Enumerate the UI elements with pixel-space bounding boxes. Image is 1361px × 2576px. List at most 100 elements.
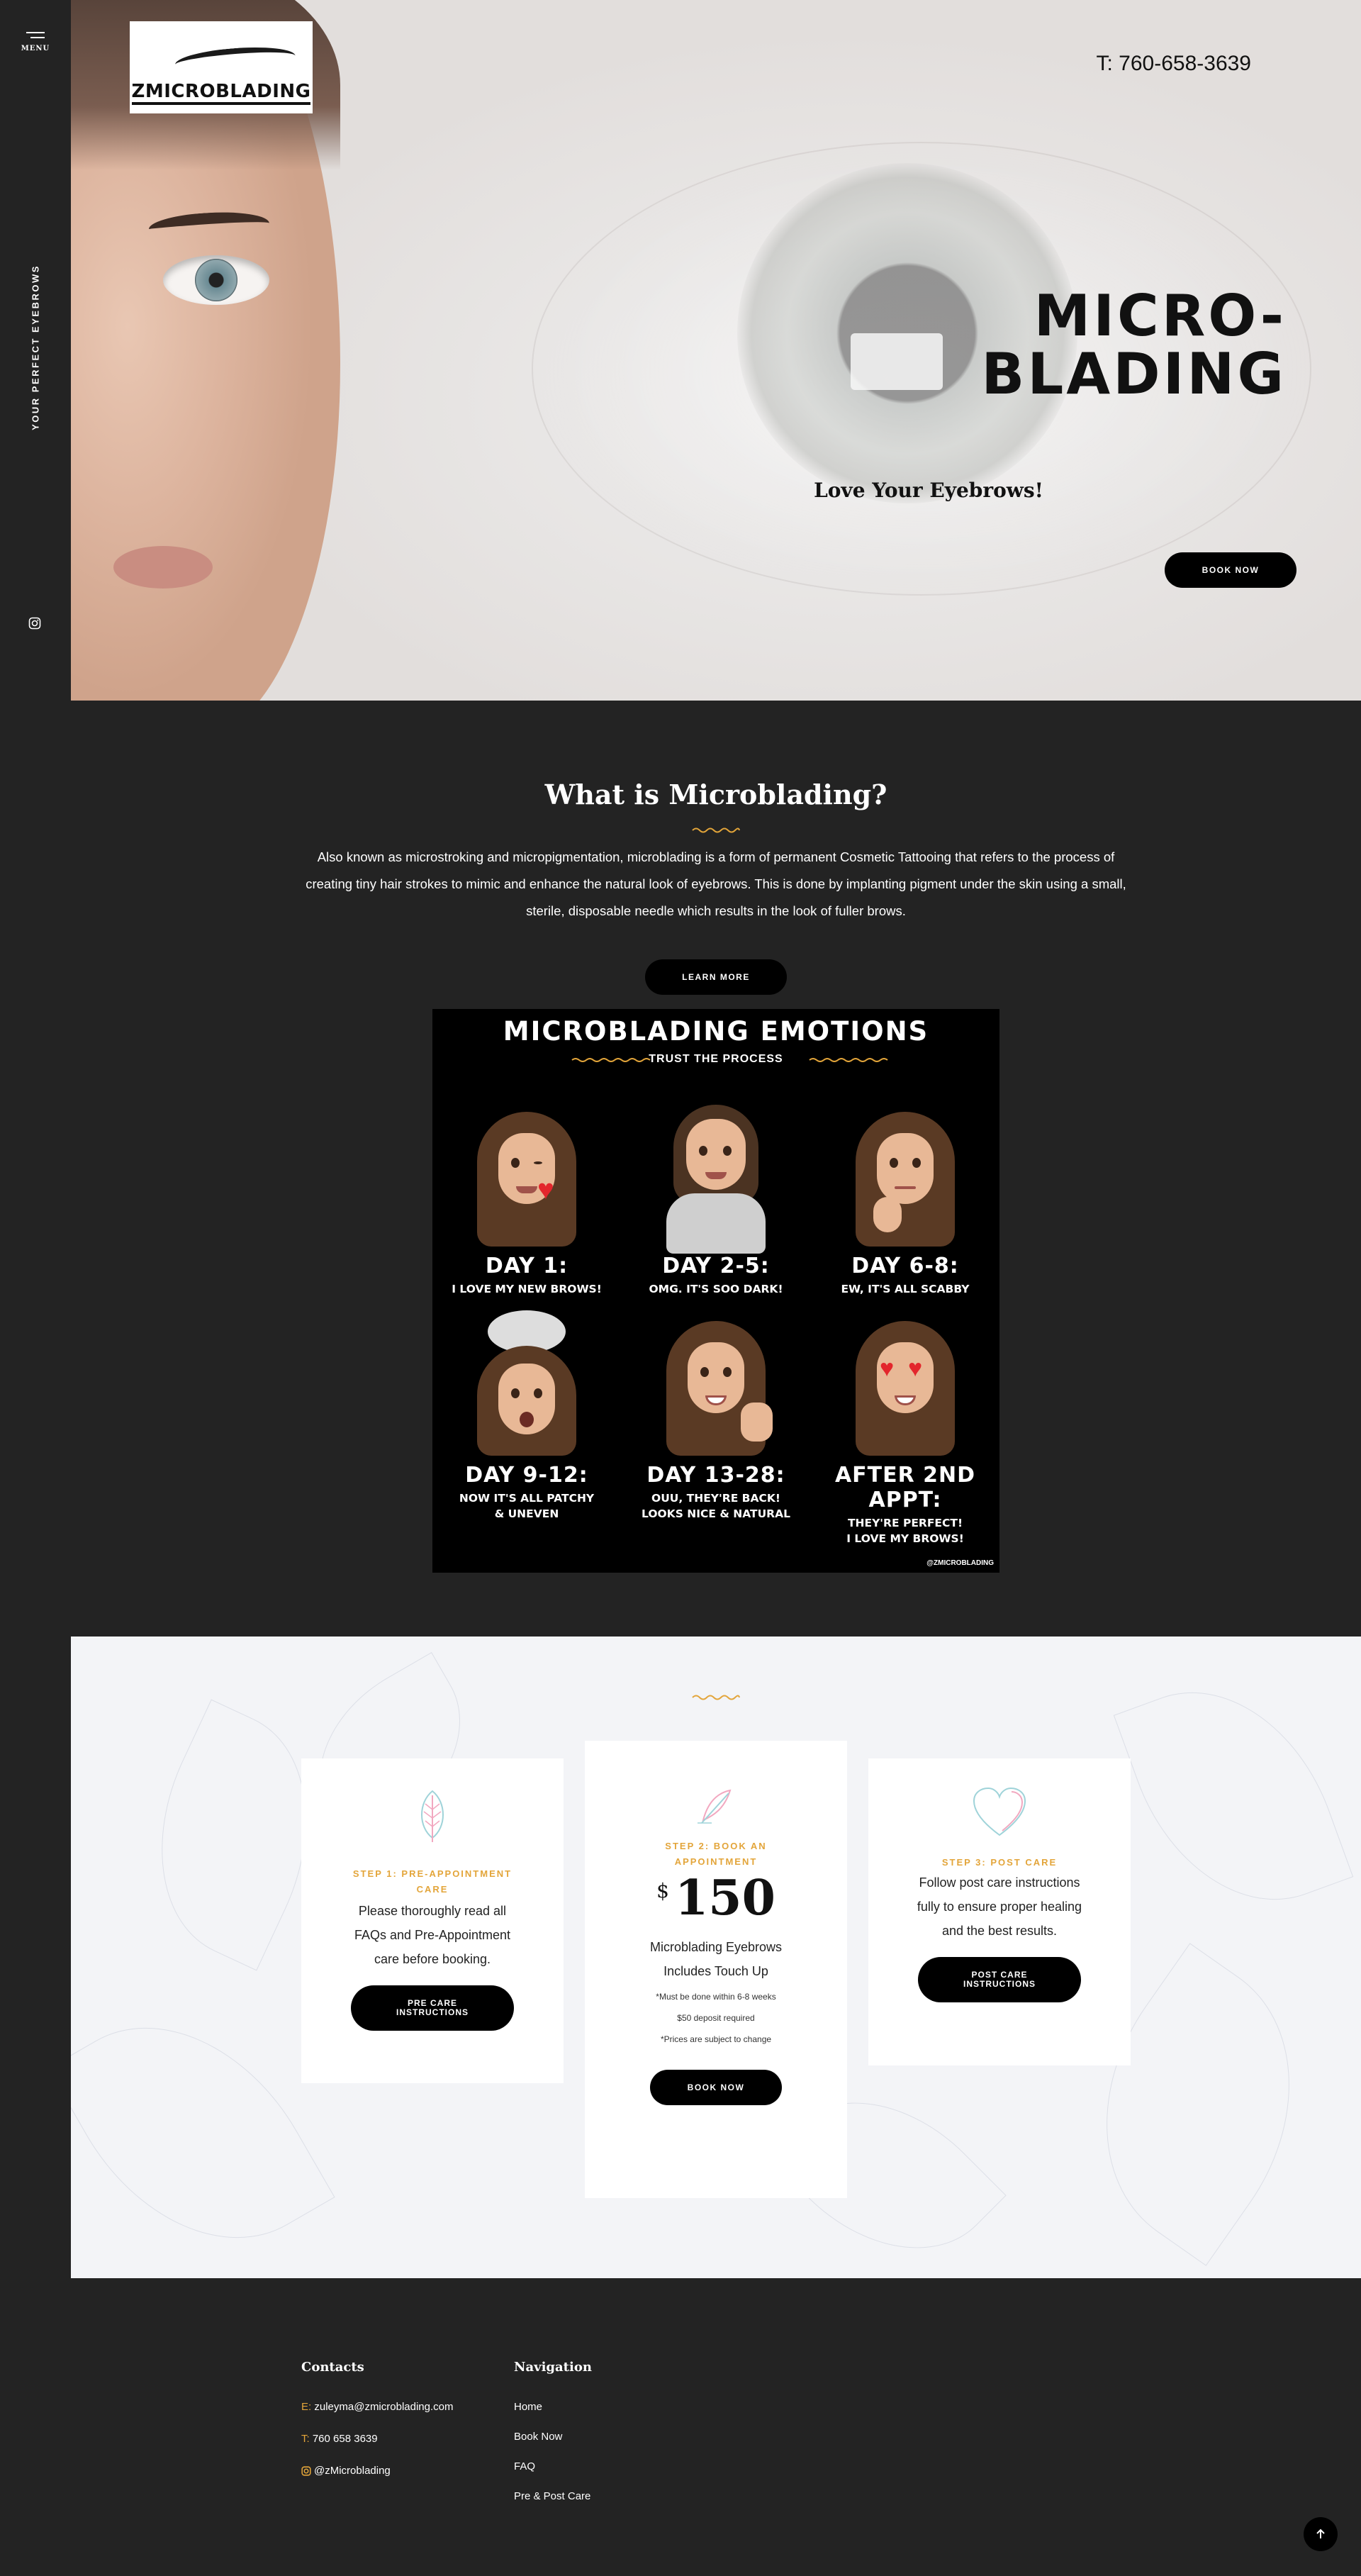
heart-eye-icon: ♥ (908, 1355, 923, 1382)
price-currency: $ (656, 1879, 669, 1902)
note-deposit: $50 deposit required (677, 2013, 755, 2023)
logo-brow-icon (174, 43, 297, 78)
emotion-day-9-12: DAY 9-12: NOW IT'S ALL PATCHY & UNEVEN (432, 1310, 621, 1522)
pre-care-button[interactable]: PRE CARE INSTRUCTIONS (351, 1985, 514, 2031)
emotion-caption: I LOVE MY NEW BROWS! (452, 1283, 602, 1295)
back-to-top-button[interactable] (1304, 2517, 1338, 2551)
emotion-caption: OMG. IT'S SOO DARK! (649, 1283, 783, 1295)
emotion-caption-line2: I LOVE MY BROWS! (846, 1532, 964, 1545)
step3-text-line1: Follow post care instructions (919, 1875, 1080, 1890)
squiggle-divider (692, 1695, 740, 1700)
emotions-handle: @ZMICROBLADING (926, 1559, 994, 1567)
step1-card: STEP 1: PRE-APPOINTMENT CARE Please thor… (301, 1758, 564, 2083)
price: $150 (585, 1870, 847, 1927)
emotion-day-6-8: DAY 6-8: EW, IT'S ALL SCABBY (811, 1112, 999, 1297)
step3-text-line2: fully to ensure proper healing (917, 1900, 1082, 1914)
instagram-icon (301, 2465, 311, 2476)
service-includes: Includes Touch Up (663, 1964, 768, 1978)
hero-title: MICRO- BLADING (981, 287, 1287, 403)
hero-book-now-button[interactable]: BOOK NOW (1165, 552, 1296, 588)
emotion-day-1: ♥ DAY 1: I LOVE MY NEW BROWS! (432, 1112, 621, 1297)
step1-label-line1: STEP 1: PRE-APPOINTMENT (352, 1868, 513, 1879)
arrow-up-icon (1316, 2528, 1325, 2538)
emotions-subtitle: TRUST THE PROCESS (649, 1053, 783, 1065)
emotion-after-2nd-appt: ♥ ♥ AFTER 2ND APPT: THEY'RE PERFECT! I L… (811, 1321, 999, 1546)
post-care-button-line2: INSTRUCTIONS (963, 1979, 1036, 1989)
step2-card: STEP 2: BOOK AN APPOINTMENT $150 Microbl… (585, 1741, 847, 2198)
emotion-caption: EW, IT'S ALL SCABBY (841, 1283, 970, 1295)
step3-label: STEP 3: POST CARE (941, 1857, 1058, 1868)
footer-instagram[interactable]: @zMicroblading (301, 2465, 391, 2477)
emotion-day-label: AFTER 2ND APPT: (834, 1463, 976, 1512)
card-book-now-button[interactable]: BOOK NOW (650, 2070, 782, 2105)
emotions-graphic: MICROBLADING EMOTIONS TRUST THE PROCESS … (432, 1009, 999, 1573)
emotion-day-13-28: DAY 13-28: OUU, THEY'RE BACK! LOOKS NICE… (622, 1321, 810, 1522)
heart-eye-icon: ♥ (880, 1355, 895, 1382)
hero-title-line2: BLADING (981, 341, 1287, 407)
emotion-day-label: DAY 2-5: (662, 1254, 770, 1278)
footer-email[interactable]: E: zuleyma@zmicroblading.com (301, 2401, 454, 2413)
footer-email-key: E: (301, 2401, 312, 2413)
step2-label-line2: APPOINTMENT (674, 1856, 758, 1867)
logo-text: ZMICROBLADING (131, 81, 311, 105)
footer-nav-faq[interactable]: FAQ (514, 2460, 535, 2472)
avatar-wink: ♥ (477, 1112, 576, 1247)
menu-label: MENU (21, 45, 50, 52)
emotion-day-label: DAY 6-8: (851, 1254, 959, 1278)
step3-card: STEP 3: POST CARE Follow post care instr… (868, 1758, 1131, 2065)
leaf-pattern (1113, 1656, 1354, 1936)
service-name: Microblading Eyebrows (649, 1940, 783, 1954)
avatar-thinking (856, 1112, 955, 1247)
note-prices: *Prices are subject to change (660, 2034, 772, 2044)
emotion-day-label: DAY 13-28: (646, 1463, 785, 1488)
hero-face-iris (195, 259, 237, 301)
emotion-day-label: DAY 1: (485, 1254, 569, 1278)
squiggle-divider (692, 827, 740, 833)
learn-more-button[interactable]: LEARN MORE (645, 959, 787, 995)
footer-phone[interactable]: T: 760 658 3639 (301, 2433, 378, 2445)
hero-face-lips (113, 546, 213, 589)
note-timing: *Must be done within 6-8 weeks (656, 1992, 776, 2002)
avatar-mind-blown (477, 1310, 576, 1456)
about-section: What is Microblading? Also known as micr… (71, 701, 1361, 1637)
pre-care-button-line2: INSTRUCTIONS (396, 2007, 469, 2017)
step1-text-line3: care before booking. (374, 1952, 491, 1966)
step1-text-line2: FAQs and Pre-Appointment (354, 1928, 511, 1942)
footer-nav-book-now[interactable]: Book Now (514, 2431, 562, 2443)
step2-label-line1: STEP 2: BOOK AN (665, 1841, 767, 1851)
avatar-thumbs-up (666, 1321, 773, 1456)
heart-icon: ♥ (537, 1174, 554, 1205)
emotion-day-2-5: DAY 2-5: OMG. IT'S SOO DARK! (622, 1105, 810, 1297)
footer-nav-title: Navigation (514, 2360, 592, 2375)
post-care-button[interactable]: POST CARE INSTRUCTIONS (918, 1957, 1081, 2002)
hero-title-line1: MICRO- (1034, 283, 1287, 349)
avatar-shrug (645, 1105, 787, 1254)
price-amount: 150 (674, 1870, 775, 1927)
hamburger-icon[interactable] (26, 32, 45, 42)
site-logo[interactable]: ZMICROBLADING (130, 21, 313, 113)
step3-text-line3: and the best results. (941, 1924, 1058, 1938)
footer-email-value[interactable]: zuleyma@zmicroblading.com (314, 2401, 453, 2413)
about-title: What is Microblading? (544, 779, 887, 810)
footer-instagram-handle[interactable]: @zMicroblading (314, 2465, 391, 2477)
footer-nav-home[interactable]: Home (514, 2401, 542, 2413)
feather-icon (698, 1789, 732, 1824)
footer-phone-value[interactable]: 760 658 3639 (313, 2433, 378, 2445)
footer-nav-care[interactable]: Pre & Post Care (514, 2490, 590, 2502)
about-body: Also known as microstroking and micropig… (306, 849, 1126, 918)
emotion-caption-line1: NOW IT'S ALL PATCHY (459, 1492, 595, 1505)
sidebar: MENU YOUR PERFECT EYEBROWS (0, 0, 71, 2576)
emotions-title: MICROBLADING EMOTIONS (503, 1016, 929, 1047)
hero-iris-glint (851, 333, 943, 390)
hero-subtitle: Love Your Eyebrows! (814, 479, 1043, 502)
step1-label-line2: CARE (416, 1884, 449, 1895)
header-phone[interactable]: T: 760-658-3639 (1097, 52, 1252, 76)
instagram-icon[interactable] (28, 617, 41, 630)
step1-text-line1: Please thoroughly read all (358, 1904, 507, 1918)
emotion-day-label: DAY 9-12: (465, 1463, 588, 1488)
emotion-caption-line1: OUU, THEY'RE BACK! (651, 1492, 780, 1505)
footer-contacts-title: Contacts (301, 2360, 364, 2375)
avatar-heart-eyes: ♥ ♥ (856, 1321, 955, 1456)
menu-button[interactable]: MENU (21, 32, 50, 82)
footer: Contacts E: zuleyma@zmicroblading.com T:… (71, 2278, 1361, 2576)
